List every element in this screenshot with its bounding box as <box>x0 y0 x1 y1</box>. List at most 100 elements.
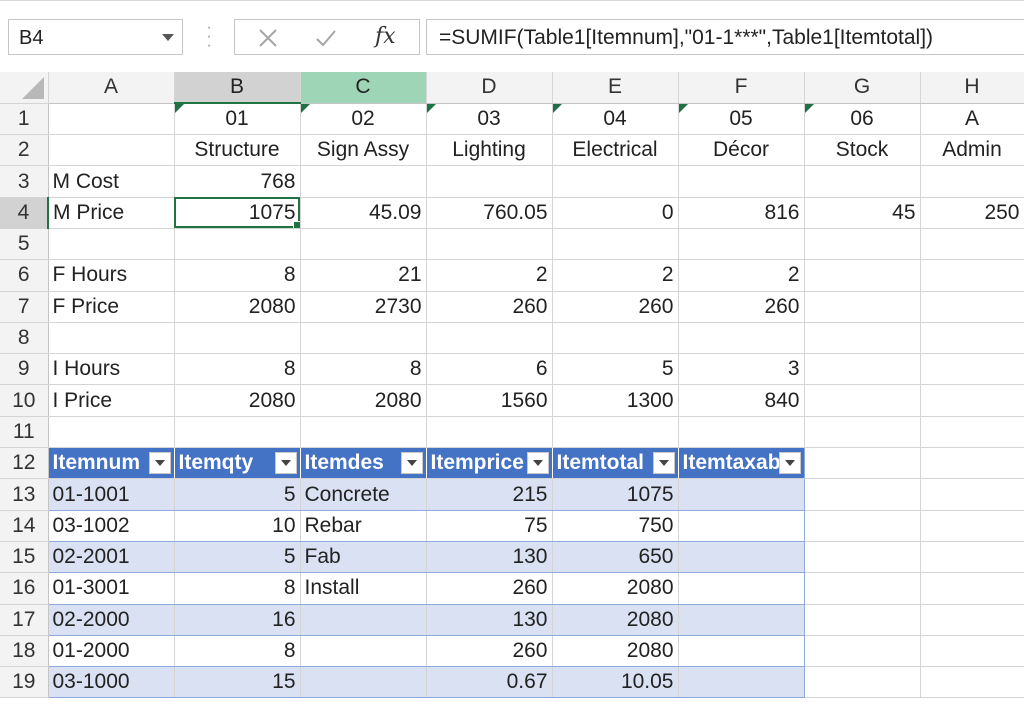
cell-e9[interactable]: 5 <box>552 353 679 386</box>
table-cell[interactable]: 16 <box>174 604 301 636</box>
row-header-13[interactable]: 13 <box>0 478 49 511</box>
table-cell[interactable]: 02-2000 <box>48 604 175 636</box>
table-cell[interactable]: 15 <box>174 666 301 699</box>
filter-dropdown-icon[interactable] <box>148 452 171 475</box>
table-cell[interactable]: 0.67 <box>426 666 553 699</box>
cell-empty[interactable] <box>804 510 921 542</box>
cell-g9[interactable] <box>804 353 921 386</box>
table-cell[interactable]: 130 <box>426 604 553 636</box>
table-header-itemprice[interactable]: Itemprice <box>426 447 553 480</box>
cell-g7[interactable] <box>804 291 921 323</box>
cell-a6[interactable]: F Hours <box>48 259 175 292</box>
row-header-16[interactable]: 16 <box>0 572 49 605</box>
table-cell[interactable] <box>678 572 805 605</box>
filter-dropdown-icon[interactable] <box>652 452 675 475</box>
table-cell[interactable]: 260 <box>426 635 553 668</box>
cell-b6[interactable]: 8 <box>174 259 301 292</box>
column-header-d[interactable]: D <box>426 72 553 104</box>
cell-e2[interactable]: Electrical <box>552 134 679 167</box>
cell-a9[interactable]: I Hours <box>48 353 175 386</box>
cell-b3[interactable]: 768 <box>174 165 301 198</box>
cell-a2[interactable] <box>48 134 175 167</box>
cell-b11[interactable] <box>174 416 301 449</box>
table-cell[interactable]: 8 <box>174 635 301 668</box>
select-all-icon[interactable] <box>21 76 44 99</box>
filter-dropdown-icon[interactable] <box>526 452 549 475</box>
table-cell[interactable] <box>678 510 805 542</box>
cell-e7[interactable]: 260 <box>552 291 679 323</box>
table-cell[interactable] <box>678 635 805 668</box>
table-cell[interactable]: Concrete <box>300 478 427 511</box>
table-cell[interactable] <box>300 666 427 699</box>
cell-f4[interactable]: 816 <box>678 197 805 229</box>
cell-g11[interactable] <box>804 416 921 449</box>
cell-c10[interactable]: 2080 <box>300 384 427 417</box>
table-cell[interactable]: Rebar <box>300 510 427 542</box>
cell-d6[interactable]: 2 <box>426 259 553 292</box>
table-cell[interactable] <box>678 478 805 511</box>
name-box[interactable]: B4 <box>8 19 183 55</box>
row-header-2[interactable]: 2 <box>0 134 49 167</box>
cell-g4[interactable]: 45 <box>804 197 921 229</box>
row-header-9[interactable]: 9 <box>0 353 49 386</box>
cell-c6[interactable]: 21 <box>300 259 427 292</box>
cell-c1[interactable]: 02 <box>300 103 427 136</box>
cell-a11[interactable] <box>48 416 175 449</box>
table-cell[interactable]: 10 <box>174 510 301 542</box>
cell-c3[interactable] <box>300 165 427 198</box>
drag-handle-icon[interactable]: · · · <box>200 20 218 54</box>
cell-d7[interactable]: 260 <box>426 291 553 323</box>
cell-h2[interactable]: Admin <box>920 134 1024 167</box>
table-cell[interactable]: 03-1000 <box>48 666 175 699</box>
cell-f10[interactable]: 840 <box>678 384 805 417</box>
row-header-6[interactable]: 6 <box>0 259 49 292</box>
cell-empty[interactable] <box>804 604 921 636</box>
filter-dropdown-icon[interactable] <box>274 452 297 475</box>
row-header-14[interactable]: 14 <box>0 510 49 542</box>
cell-d9[interactable]: 6 <box>426 353 553 386</box>
column-header-e[interactable]: E <box>552 72 679 104</box>
cell-c4[interactable]: 45.09 <box>300 197 427 229</box>
cell-a5[interactable] <box>48 228 175 261</box>
table-cell[interactable] <box>300 604 427 636</box>
formula-text[interactable]: =SUMIF(Table1[Itemnum],"01-1***",Table1[… <box>439 26 933 50</box>
cell-c8[interactable] <box>300 322 427 355</box>
cell-e5[interactable] <box>552 228 679 261</box>
table-cell[interactable]: 260 <box>426 572 553 605</box>
table-cell[interactable]: 1075 <box>552 478 679 511</box>
table-cell[interactable]: 5 <box>174 478 301 511</box>
table-header-itemqty[interactable]: Itemqty <box>174 447 301 480</box>
cell-empty[interactable] <box>920 478 1024 511</box>
row-header-11[interactable]: 11 <box>0 416 49 449</box>
cell-h7[interactable] <box>920 291 1024 323</box>
cell-g5[interactable] <box>804 228 921 261</box>
cell-h9[interactable] <box>920 353 1024 386</box>
cell-f1[interactable]: 05 <box>678 103 805 136</box>
fill-handle[interactable] <box>292 220 299 228</box>
formula-input[interactable]: =SUMIF(Table1[Itemnum],"01-1***",Table1[… <box>426 19 1024 55</box>
table-cell[interactable]: 01-2000 <box>48 635 175 668</box>
table-cell[interactable]: Fab <box>300 541 427 574</box>
row-header-4[interactable]: 4 <box>0 197 49 229</box>
cell-a8[interactable] <box>48 322 175 355</box>
fx-icon[interactable]: fx <box>375 24 396 49</box>
cell-f9[interactable]: 3 <box>678 353 805 386</box>
cell-empty[interactable] <box>920 541 1024 574</box>
cell-f6[interactable]: 2 <box>678 259 805 292</box>
cell-d1[interactable]: 03 <box>426 103 553 136</box>
cell-e1[interactable]: 04 <box>552 103 679 136</box>
cell-h6[interactable] <box>920 259 1024 292</box>
table-header-itemtotal[interactable]: Itemtotal <box>552 447 679 480</box>
cell-b5[interactable] <box>174 228 301 261</box>
filter-dropdown-icon[interactable] <box>778 452 801 475</box>
row-header-8[interactable]: 8 <box>0 322 49 355</box>
cell-empty[interactable] <box>920 635 1024 668</box>
row-header-3[interactable]: 3 <box>0 165 49 198</box>
cell-h8[interactable] <box>920 322 1024 355</box>
column-header-a[interactable]: A <box>48 72 175 104</box>
cell-h3[interactable] <box>920 165 1024 198</box>
cell-h5[interactable] <box>920 228 1024 261</box>
table-cell[interactable]: 2080 <box>552 635 679 668</box>
table-header-itemdes[interactable]: Itemdes <box>300 447 427 480</box>
cell-e6[interactable]: 2 <box>552 259 679 292</box>
